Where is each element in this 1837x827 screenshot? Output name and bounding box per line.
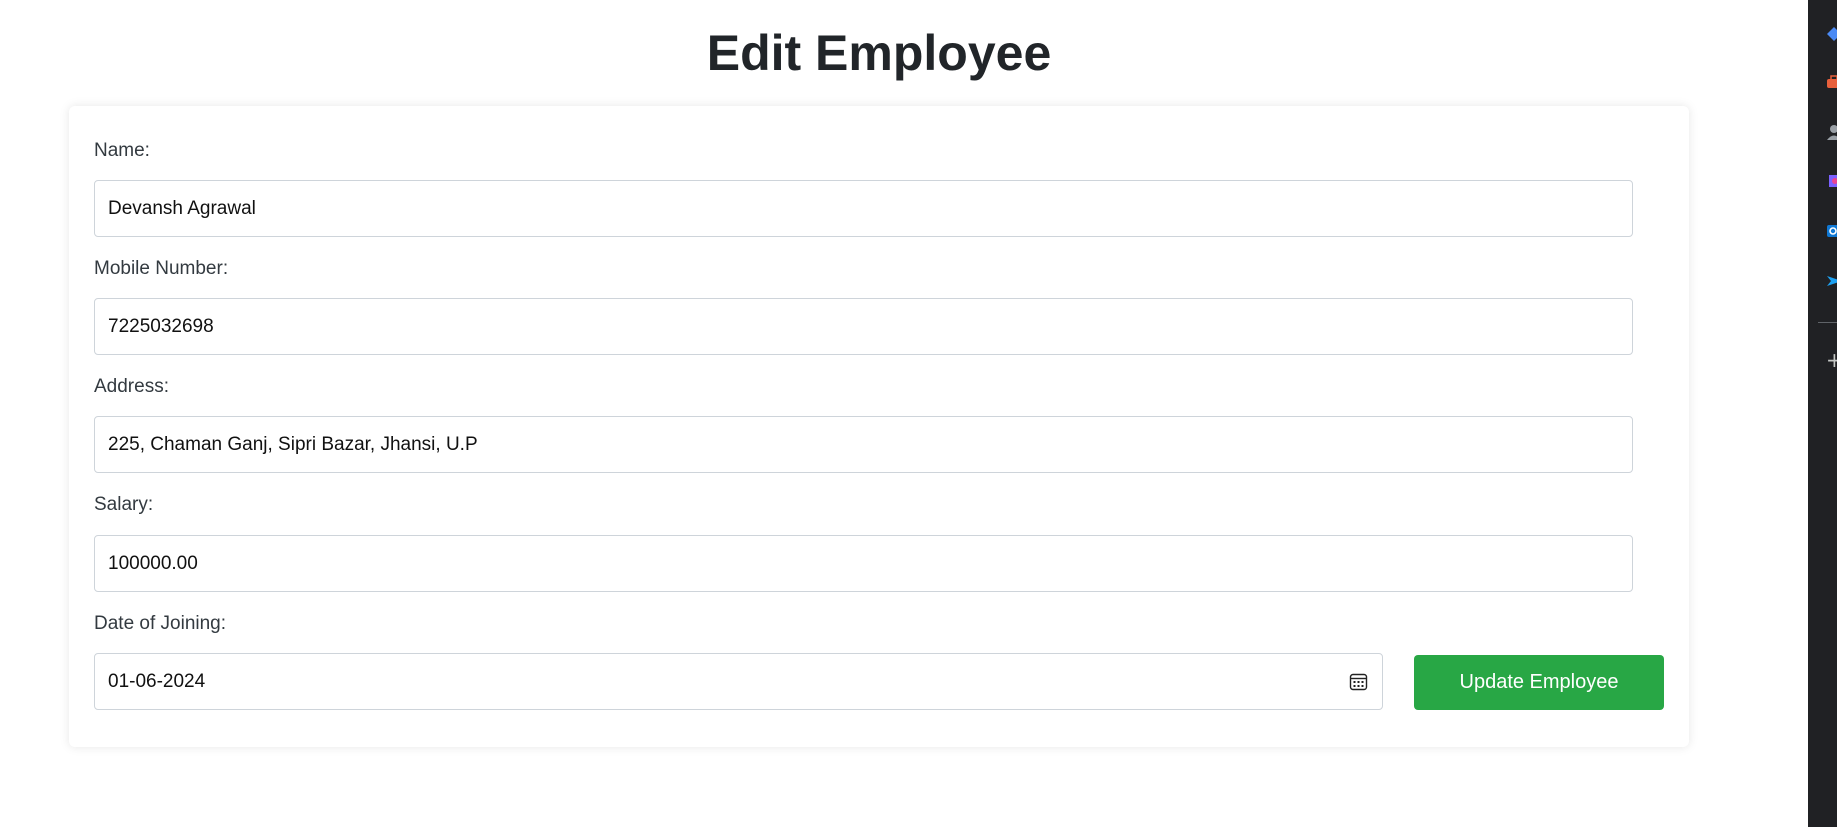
diamond-icon[interactable] [1826,26,1837,42]
sidebar-divider [1818,322,1837,323]
address-input[interactable] [94,416,1633,473]
page-title: Edit Employee [706,25,1052,81]
main-content: Edit Employee Name: Mobile Number: Addre… [0,0,1808,827]
send-icon[interactable] [1826,273,1837,289]
outlook-icon[interactable] [1826,223,1837,239]
date-of-joining-label: Date of Joining: [94,613,227,634]
page: Edit Employee Name: Mobile Number: Addre… [0,0,1837,827]
name-input[interactable] [94,180,1633,237]
mobile-label: Mobile Number: [94,258,229,279]
salary-label: Salary: [94,494,154,515]
address-label: Address: [94,376,169,397]
calendar-icon[interactable] [1349,672,1368,691]
update-employee-button[interactable]: Update Employee [1414,655,1664,710]
salary-input[interactable] [94,535,1633,592]
browser-sidebar: + [1808,0,1837,827]
add-icon[interactable]: + [1826,350,1837,370]
copilot-icon[interactable] [1826,173,1837,189]
person-icon[interactable] [1826,124,1837,140]
edit-employee-form: Name: Mobile Number: Address: Salary: Da… [69,106,1689,747]
date-of-joining-input[interactable] [95,654,1335,709]
name-label: Name: [94,140,150,161]
mobile-input[interactable] [94,298,1633,355]
briefcase-icon[interactable] [1826,74,1837,90]
date-of-joining-field[interactable] [94,653,1383,710]
